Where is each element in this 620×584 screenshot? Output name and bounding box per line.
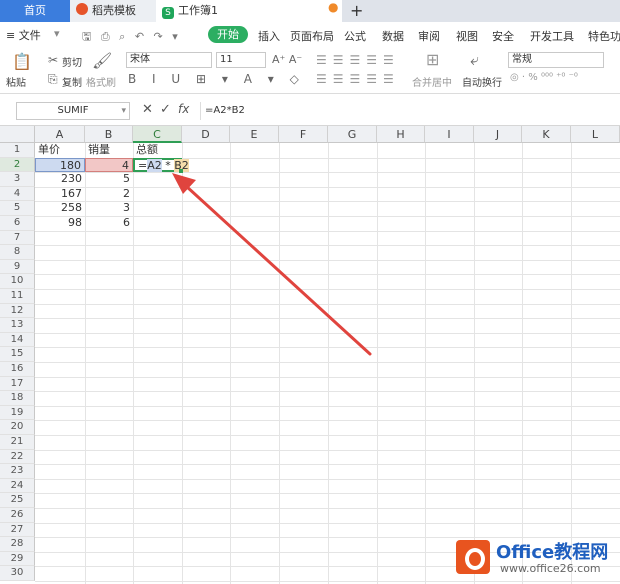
annotation-arrow bbox=[172, 173, 372, 356]
